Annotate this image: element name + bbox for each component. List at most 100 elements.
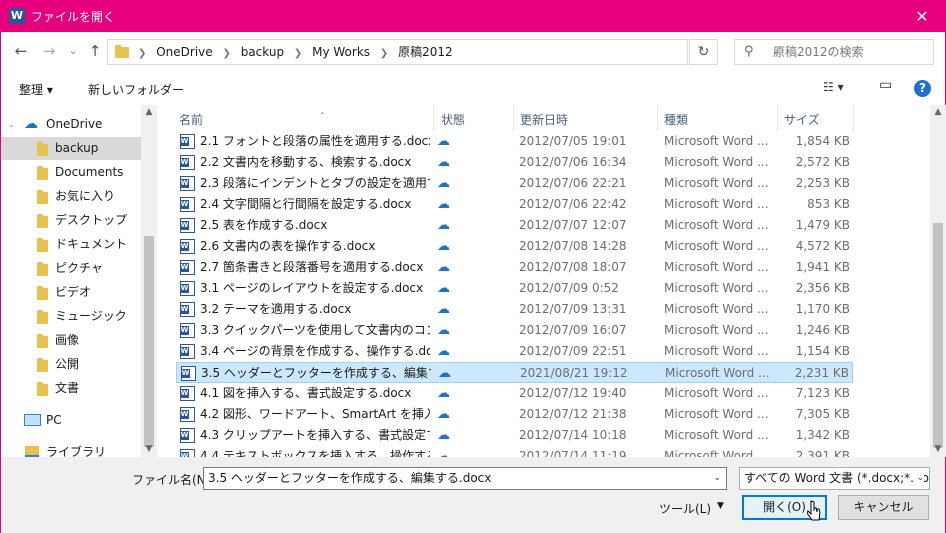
file-open-dialog: W ファイルを開く ✕ ← → ⌄ ↑ ❯ OneDrive ❯ backup … bbox=[0, 0, 946, 533]
word-document-icon bbox=[181, 366, 196, 381]
scroll-up-icon[interactable]: ▲ bbox=[141, 107, 157, 117]
column-header-type[interactable]: 種類 bbox=[664, 109, 688, 131]
cloud-icon: ☁ bbox=[437, 239, 450, 254]
column-divider[interactable] bbox=[853, 105, 854, 131]
column-divider[interactable] bbox=[657, 105, 658, 131]
sidebar-item-onedrive[interactable]: ⌄ ☁ OneDrive bbox=[1, 113, 141, 136]
help-icon[interactable]: ? bbox=[914, 80, 931, 97]
dialog-footer: ファイル名(N): 3.5 ヘッダーとフッターを作成する、編集する.docx ⌄… bbox=[1, 457, 945, 533]
sidebar-item-documents[interactable]: Documents bbox=[1, 161, 141, 184]
sidebar-item-backup[interactable]: backup bbox=[1, 137, 141, 160]
refresh-button[interactable]: ↻ bbox=[689, 39, 718, 65]
file-type: Microsoft Word ... bbox=[664, 218, 769, 232]
sidebar-item-my-documents[interactable]: ドキュメント bbox=[1, 233, 141, 256]
scrollbar-thumb[interactable] bbox=[933, 223, 943, 448]
file-row[interactable]: 3.3 クイックパーツを使用して文書内のコンテン... ☁ 2012/07/09 1… bbox=[176, 320, 853, 341]
file-type: Microsoft Word ... bbox=[664, 386, 769, 400]
column-header-name[interactable]: ⌃ 名前 bbox=[179, 109, 326, 131]
sidebar-item-pictures[interactable]: ピクチャ bbox=[1, 257, 141, 280]
file-row[interactable]: 4.1 図を挿入する、書式設定する.docx ☁ 2012/07/12 19:40 M… bbox=[176, 383, 853, 404]
column-header-status[interactable]: 状態 bbox=[441, 109, 465, 131]
sidebar-item-libraries[interactable]: ライブラリ bbox=[1, 441, 141, 457]
search-input[interactable]: ⚲ 原稿2012の検索 bbox=[734, 39, 934, 65]
column-divider[interactable] bbox=[777, 105, 778, 131]
file-row[interactable]: 2.6 文書内の表を操作する.docx ☁ 2012/07/08 14:28 Micr… bbox=[176, 236, 853, 257]
file-row[interactable]: 2.4 文字間隔と行間隔を設定する.docx ☁ 2012/07/06 22:42 M… bbox=[176, 194, 853, 215]
breadcrumb-my-works[interactable]: My Works bbox=[312, 45, 370, 59]
file-row[interactable]: 3.1 ページのレイアウトを設定する.docx ☁ 2012/07/09 0:52 M… bbox=[176, 278, 853, 299]
sidebar-item-desktop[interactable]: デスクトップ bbox=[1, 209, 141, 232]
sidebar-item-images[interactable]: 画像 bbox=[1, 329, 141, 352]
sidebar-item-favorites[interactable]: お気に入り bbox=[1, 185, 141, 208]
scroll-up-icon[interactable]: ▲ bbox=[930, 107, 946, 117]
column-divider[interactable] bbox=[513, 105, 514, 131]
file-row[interactable]: 3.2 テーマを適用する.docx ☁ 2012/07/09 13:31 Micros… bbox=[176, 299, 853, 320]
sidebar-item-music[interactable]: ミュージック bbox=[1, 305, 141, 328]
folder-icon bbox=[37, 262, 48, 276]
filename-input[interactable]: 3.5 ヘッダーとフッターを作成する、編集する.docx ⌄ bbox=[203, 467, 727, 490]
breadcrumb-current[interactable]: 原稿2012 bbox=[398, 45, 453, 59]
file-row[interactable]: 2.3 段落にインデントとタブの設定を適用する.... ☁ 2012/07/06 2… bbox=[176, 173, 853, 194]
close-button[interactable]: ✕ bbox=[899, 1, 945, 32]
chevron-down-icon[interactable]: ⌄ bbox=[8, 113, 15, 136]
file-name: 2.2 文書内を移動する、検索する.docx bbox=[200, 155, 412, 169]
cloud-icon: ☁ bbox=[437, 323, 450, 338]
file-date: 2012/07/07 12:07 bbox=[519, 218, 627, 232]
cloud-icon: ☁ bbox=[437, 386, 450, 401]
column-header-size[interactable]: サイズ bbox=[784, 109, 820, 131]
view-options-button[interactable]: ☷ ▾ bbox=[823, 80, 844, 94]
column-header-date[interactable]: 更新日時 bbox=[520, 109, 568, 131]
sidebar-item-videos[interactable]: ビデオ bbox=[1, 281, 141, 304]
breadcrumb-onedrive[interactable]: OneDrive bbox=[156, 45, 212, 59]
file-row[interactable]: 2.1 フォントと段落の属性を適用する.docx ☁ 2012/07/05 19:0… bbox=[176, 131, 853, 152]
sidebar-item-public[interactable]: 公開 bbox=[1, 353, 141, 376]
organize-button[interactable]: 整理 ▾ bbox=[19, 81, 53, 98]
column-label: 名前 bbox=[179, 113, 204, 127]
cancel-button[interactable]: キャンセル bbox=[838, 495, 929, 520]
scroll-down-icon[interactable]: ▼ bbox=[141, 444, 157, 454]
cloud-icon: ☁ bbox=[437, 407, 450, 422]
file-row[interactable]: 4.4 テキストボックスを挿入する、操作する.docx ☁ 2012/07/14 1… bbox=[176, 446, 853, 457]
file-row[interactable]: 3.5 ヘッダーとフッターを作成する、編集する.do... ☁ 2021/08/21… bbox=[176, 362, 853, 383]
file-row[interactable]: 2.5 表を作成する.docx ☁ 2012/07/07 12:07 Microsof… bbox=[176, 215, 853, 236]
folder-icon bbox=[37, 214, 48, 228]
file-date: 2021/08/21 19:12 bbox=[520, 366, 628, 380]
file-type-select[interactable]: すべての Word 文書 (*.docx;*.do ⌄ bbox=[739, 467, 930, 490]
address-bar[interactable]: ❯ OneDrive ❯ backup ❯ My Works ❯ 原稿2012 … bbox=[107, 39, 780, 65]
column-divider[interactable] bbox=[433, 105, 434, 131]
scroll-down-icon[interactable]: ▼ bbox=[930, 444, 946, 454]
folder-icon bbox=[37, 166, 48, 180]
forward-button[interactable]: → bbox=[39, 41, 59, 61]
file-row[interactable]: 3.4 ページの背景を作成する、操作する.docx ☁ 2012/07/09 22:… bbox=[176, 341, 853, 362]
sidebar-item-pc[interactable]: PC bbox=[1, 409, 141, 432]
preview-pane-button[interactable]: ▭ bbox=[879, 77, 892, 93]
chevron-down-icon[interactable]: ⌄ bbox=[713, 468, 721, 489]
scrollbar-thumb[interactable] bbox=[144, 236, 154, 447]
chevron-down-icon[interactable]: ⌄ bbox=[913, 468, 924, 489]
new-folder-button[interactable]: 新しいフォルダー bbox=[88, 81, 184, 98]
file-row[interactable]: 2.2 文書内を移動する、検索する.docx ☁ 2012/07/06 16:34 M… bbox=[176, 152, 853, 173]
folder-icon bbox=[37, 238, 48, 252]
file-type: Microsoft Word ... bbox=[664, 407, 769, 421]
back-button[interactable]: ← bbox=[11, 41, 31, 61]
recent-locations-button[interactable]: ⌄ bbox=[63, 41, 83, 61]
file-list-scrollbar[interactable]: ▲ ▼ bbox=[930, 105, 946, 457]
chevron-right-icon: ❯ bbox=[379, 48, 389, 59]
chevron-right-icon: ❯ bbox=[222, 48, 231, 59]
file-row[interactable]: 4.3 クリップアートを挿入する、書式設定する.d... ☁ 2012/07/14 … bbox=[176, 425, 853, 446]
up-folder-button[interactable]: ↑ bbox=[85, 41, 105, 61]
file-row[interactable]: 2.7 箇条書きと段落番号を適用する.docx ☁ 2012/07/08 18:07… bbox=[176, 257, 853, 278]
file-row[interactable]: 4.2 図形、ワードアート、SmartArt を挿入する、... ☁ 2012/07… bbox=[176, 404, 853, 425]
sidebar-item-bunsho[interactable]: 文書 bbox=[1, 377, 141, 400]
sidebar-item-label: PC bbox=[46, 413, 62, 427]
breadcrumb-backup[interactable]: backup bbox=[241, 45, 284, 59]
tools-button[interactable]: ツール(L) bbox=[659, 500, 711, 517]
sidebar-item-label: デスクトップ bbox=[55, 213, 128, 227]
sidebar-item-label: 公開 bbox=[55, 357, 80, 371]
sidebar-scrollbar[interactable]: ▲ ▼ bbox=[141, 105, 157, 457]
file-name: 2.3 段落にインデントとタブの設定を適用する.... bbox=[200, 176, 430, 190]
file-name: 3.4 ページの背景を作成する、操作する.docx bbox=[200, 344, 430, 358]
caret-down-icon[interactable]: ▼ bbox=[717, 501, 724, 511]
file-type: Microsoft Word ... bbox=[664, 428, 769, 442]
file-name: 2.6 文書内の表を操作する.docx bbox=[200, 239, 376, 253]
